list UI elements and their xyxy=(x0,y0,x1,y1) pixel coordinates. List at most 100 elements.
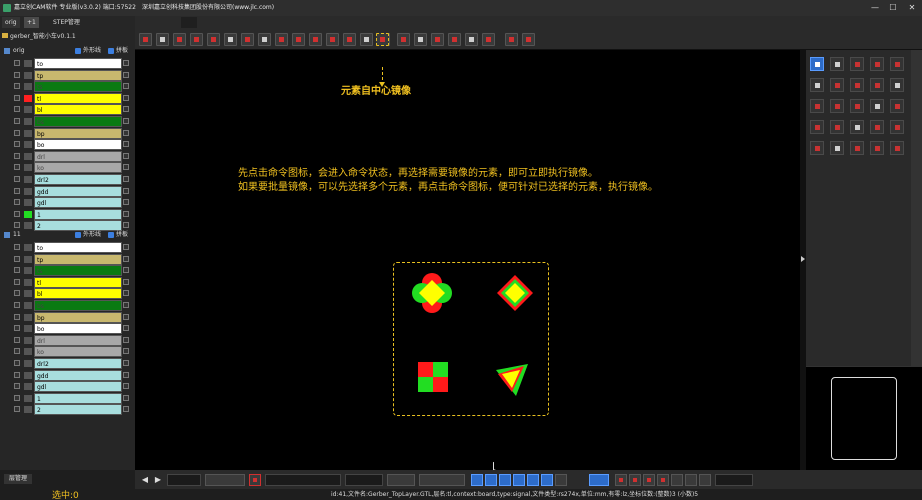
layer-lock-checkbox[interactable] xyxy=(123,325,129,332)
tab-step-manage[interactable]: STEP管理 xyxy=(50,17,83,28)
layer-row[interactable]: tl xyxy=(0,92,135,104)
layer-color-swatch[interactable] xyxy=(24,360,32,367)
layer-lock-checkbox[interactable] xyxy=(123,210,129,217)
show-filter-button[interactable] xyxy=(205,474,245,486)
layer-lock-checkbox[interactable] xyxy=(123,313,129,320)
layer-row[interactable]: drl xyxy=(0,150,135,162)
menu-item-element[interactable] xyxy=(181,17,197,28)
menu-item-drill[interactable] xyxy=(257,17,273,28)
layer-row[interactable]: bo xyxy=(0,323,135,335)
dock-rotate-icon[interactable] xyxy=(830,57,844,71)
design-canvas[interactable]: 元素自中心镜像 先点击命令图标，会进入命令状态，再选择需要镜像的元素，即可立即执… xyxy=(135,50,800,473)
layer-visible-checkbox[interactable] xyxy=(14,94,20,101)
unit-select[interactable] xyxy=(715,474,753,486)
layer-color-swatch[interactable] xyxy=(24,371,32,379)
menu-item-panel[interactable] xyxy=(373,17,389,28)
draw-point-icon[interactable] xyxy=(629,474,641,486)
dock-pad-icon[interactable] xyxy=(810,120,824,134)
funnel-icon[interactable] xyxy=(555,474,567,486)
dock-flip-c-icon[interactable] xyxy=(850,141,864,155)
layer-visible-checkbox[interactable] xyxy=(14,83,20,90)
menu-item-stencil[interactable] xyxy=(395,17,411,28)
mirror-center-tool-icon[interactable] xyxy=(376,33,389,46)
grid-snap-icon[interactable] xyxy=(685,474,697,486)
layer-visible-checkbox[interactable] xyxy=(14,394,20,401)
menu-item-select[interactable] xyxy=(441,17,457,28)
dock-angle-icon[interactable] xyxy=(810,99,824,113)
dock-cut-icon[interactable] xyxy=(830,78,844,92)
minimap[interactable] xyxy=(806,366,922,470)
tool-flip-h-icon[interactable] xyxy=(414,33,427,46)
menu-item-fpc[interactable] xyxy=(351,17,367,28)
layer-color-swatch[interactable] xyxy=(24,141,32,149)
layer-row[interactable]: ko xyxy=(0,346,135,358)
layer-visible-checkbox[interactable] xyxy=(14,106,20,113)
dock-copy-icon[interactable] xyxy=(870,57,884,71)
dock-snap-icon[interactable] xyxy=(850,120,864,134)
next-arrow-icon[interactable]: ▶ xyxy=(152,474,164,486)
expand-arrow-icon[interactable] xyxy=(801,256,805,262)
tool-move-icon[interactable] xyxy=(190,33,203,46)
layer-visible-checkbox[interactable] xyxy=(14,141,20,148)
tool-wave-icon[interactable] xyxy=(258,33,271,46)
tool-target-icon[interactable] xyxy=(326,33,339,46)
layer-color-swatch[interactable] xyxy=(24,164,32,172)
layer-row[interactable]: tp xyxy=(0,253,135,265)
view-icon-5[interactable] xyxy=(527,474,539,486)
select-all-button[interactable] xyxy=(419,474,465,486)
layer-color-swatch[interactable] xyxy=(24,71,32,79)
dock-grid-icon[interactable] xyxy=(870,120,884,134)
layer-visible-checkbox[interactable] xyxy=(14,290,20,297)
menu-item-view[interactable] xyxy=(418,17,434,28)
layer-visible-checkbox[interactable] xyxy=(14,336,20,343)
view-icon-2[interactable] xyxy=(485,474,497,486)
project-name[interactable]: gerber_智能小车v0.1.1 xyxy=(2,32,76,42)
layer-row[interactable]: tp xyxy=(0,69,135,81)
prev-arrow-icon[interactable]: ◀ xyxy=(139,474,151,486)
layer-lock-checkbox[interactable] xyxy=(123,129,129,136)
menu-item-silk[interactable] xyxy=(329,17,345,28)
layer-color-swatch[interactable] xyxy=(24,210,32,218)
layer-lock-checkbox[interactable] xyxy=(123,394,129,401)
layer-lock-checkbox[interactable] xyxy=(123,164,129,171)
layer-lock-checkbox[interactable] xyxy=(123,60,129,66)
layer-visible-checkbox[interactable] xyxy=(14,222,20,229)
layer-color-swatch[interactable] xyxy=(24,278,32,286)
layer-visible-checkbox[interactable] xyxy=(14,371,20,378)
orientation-select[interactable] xyxy=(345,474,383,486)
layer-row[interactable]: bs xyxy=(0,300,135,311)
layer-lock-checkbox[interactable] xyxy=(123,176,129,182)
layer-color-swatch[interactable] xyxy=(24,244,32,251)
layer-visible-checkbox[interactable] xyxy=(14,210,20,217)
filter-button[interactable] xyxy=(387,474,415,486)
layer-color-swatch[interactable] xyxy=(24,348,32,356)
tool-align-icon[interactable] xyxy=(275,33,288,46)
layer-row[interactable]: ts xyxy=(0,265,135,277)
demo-triangle-shape[interactable] xyxy=(494,362,530,398)
panel-checkbox[interactable] xyxy=(108,48,114,54)
layer-lock-checkbox[interactable] xyxy=(123,278,129,285)
layer-lock-checkbox[interactable] xyxy=(123,360,129,366)
layer-visible-checkbox[interactable] xyxy=(14,360,20,366)
layer-row[interactable]: 1 xyxy=(0,392,135,404)
layer-lock-checkbox[interactable] xyxy=(123,383,129,390)
layer-row[interactable]: to xyxy=(0,58,135,69)
menu-item-system[interactable] xyxy=(497,17,513,28)
mode-select[interactable] xyxy=(167,474,201,486)
layer-color-swatch[interactable] xyxy=(24,406,32,414)
tool-arc-icon[interactable] xyxy=(156,33,169,46)
layer-lock-checkbox[interactable] xyxy=(123,222,129,229)
draw-line-icon[interactable] xyxy=(615,474,627,486)
dock-array-icon[interactable] xyxy=(890,120,904,134)
layer-row[interactable]: gdd xyxy=(0,369,135,381)
layer-lock-checkbox[interactable] xyxy=(123,71,129,78)
layer-lock-checkbox[interactable] xyxy=(123,371,129,378)
layer-visible-checkbox[interactable] xyxy=(14,278,20,285)
layer-color-swatch[interactable] xyxy=(24,290,32,298)
layer-lock-checkbox[interactable] xyxy=(123,255,129,262)
layer-visible-checkbox[interactable] xyxy=(14,313,20,320)
dock-align-icon[interactable] xyxy=(850,99,864,113)
dock-move-icon[interactable] xyxy=(890,57,904,71)
minimize-icon[interactable]: — xyxy=(868,0,882,16)
layers-view-icon[interactable] xyxy=(699,474,711,486)
